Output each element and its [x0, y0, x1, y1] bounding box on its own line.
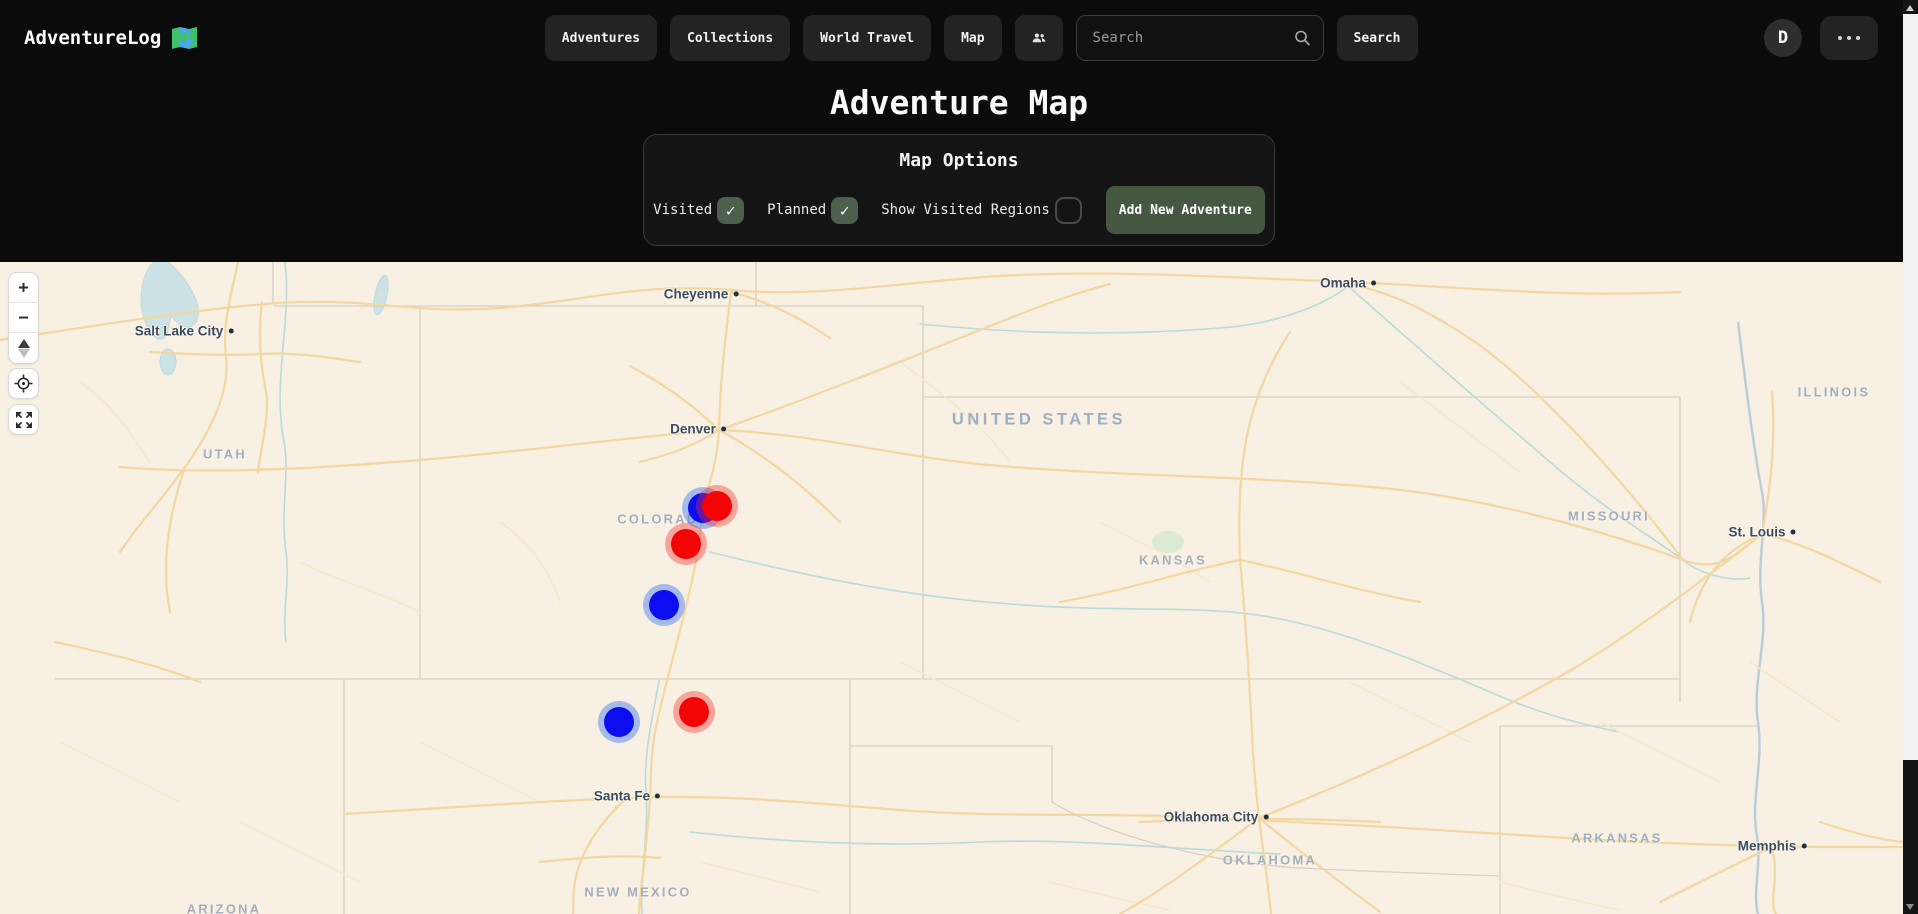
state-label-arizona: ARIZONA	[187, 902, 262, 914]
city-name: St. Louis	[1729, 525, 1786, 540]
nav-links: Adventures Collections World Travel Map Sea…	[545, 15, 1418, 61]
state-label-missouri: MISSOURI	[1568, 509, 1650, 524]
city-label-memphis: Memphis	[1738, 839, 1807, 854]
city-name: Cheyenne	[664, 287, 729, 302]
city-label-santa-fe: Santa Fe	[594, 789, 660, 804]
adventure-marker-red-4[interactable]	[679, 697, 709, 727]
city-label-cheyenne: Cheyenne	[664, 287, 739, 302]
zoom-in-icon[interactable]: +	[9, 273, 38, 303]
state-label-arkansas: ARKANSAS	[1571, 831, 1662, 846]
map-canvas[interactable]: Salt Lake City Cheyenne Denver Omaha St. Lou…	[0, 262, 1903, 914]
map-options-toggles: Visited ✓ Planned ✓ Show Visited Regions Add …	[644, 186, 1274, 234]
park-patch	[1152, 531, 1184, 553]
state-label-kansas: KANSAS	[1139, 553, 1207, 568]
toggle-label-show-visited-regions: Show Visited Regions	[881, 202, 1050, 218]
city-label-st-louis: St. Louis	[1729, 525, 1796, 540]
compass-icon[interactable]	[9, 333, 38, 363]
city-name: Omaha	[1320, 276, 1366, 291]
city-dot	[721, 427, 726, 432]
map-basemap	[0, 262, 1903, 914]
ellipsis-icon[interactable]	[1820, 16, 1878, 60]
city-label-salt-lake-city: Salt Lake City	[135, 324, 234, 339]
toggle-label-visited: Visited	[653, 202, 712, 218]
nav-item-map[interactable]: Map	[944, 15, 1001, 61]
state-label-new-mexico: NEW MEXICO	[584, 885, 691, 900]
scroll-down-icon[interactable]	[1906, 904, 1914, 910]
page-scrollbar	[1903, 0, 1918, 914]
city-name: Salt Lake City	[135, 324, 224, 339]
city-dot	[655, 794, 660, 799]
map-zoom-controls: + −	[8, 272, 39, 364]
city-label-denver: Denver	[670, 422, 726, 437]
major-roads	[0, 262, 1903, 914]
city-dot	[1263, 815, 1268, 820]
state-label-utah: UTAH	[203, 447, 247, 462]
checkbox-planned[interactable]: ✓	[831, 197, 858, 224]
state-label-oklahoma: OKLAHOMA	[1223, 853, 1317, 868]
city-dot	[1801, 844, 1806, 849]
toggle-show-visited-regions: Show Visited Regions	[881, 197, 1082, 224]
avatar-initial: D	[1778, 28, 1788, 48]
search-input[interactable]	[1076, 15, 1324, 61]
checkbox-visited[interactable]: ✓	[717, 197, 744, 224]
magnifier-icon	[1294, 30, 1311, 47]
city-name: Oklahoma City	[1164, 810, 1259, 825]
checkbox-show-visited-regions[interactable]	[1055, 197, 1082, 224]
search-button[interactable]: Search	[1337, 15, 1418, 61]
page-title: Adventure Map	[0, 80, 1918, 126]
brand-logo[interactable]: AdventureLog	[24, 26, 198, 50]
adventure-marker-red-1[interactable]	[702, 491, 732, 521]
state-label-illinois: ILLINOIS	[1798, 385, 1871, 400]
zoom-out-icon[interactable]: −	[9, 303, 38, 333]
country-label-united-states: UNITED STATES	[952, 411, 1126, 430]
avatar[interactable]: D	[1764, 19, 1802, 57]
toggle-planned: Planned ✓	[767, 197, 858, 224]
adventure-marker-red-2[interactable]	[671, 529, 701, 559]
city-label-omaha: Omaha	[1320, 276, 1376, 291]
add-new-adventure-button[interactable]: Add New Adventure	[1106, 186, 1265, 234]
nav-right: D	[1764, 16, 1878, 60]
geolocate-icon[interactable]	[8, 368, 39, 399]
nav-item-adventures[interactable]: Adventures	[545, 15, 657, 61]
minor-roads	[60, 362, 1840, 910]
toggle-visited: Visited ✓	[653, 197, 744, 224]
city-name: Memphis	[1738, 839, 1797, 854]
city-name: Denver	[670, 422, 716, 437]
city-name: Santa Fe	[594, 789, 650, 804]
users-icon[interactable]	[1015, 15, 1063, 61]
city-label-oklahoma-city: Oklahoma City	[1164, 810, 1269, 825]
adventure-marker-blue-5[interactable]	[604, 707, 634, 737]
city-dot	[1791, 530, 1796, 535]
toggle-label-planned: Planned	[767, 202, 826, 218]
map-options-card: Map Options Visited ✓ Planned ✓ Show Visited…	[643, 134, 1275, 246]
mississippi-river	[1738, 322, 1764, 914]
folded-map-icon	[171, 26, 198, 50]
city-dot	[228, 329, 233, 334]
scroll-up-icon[interactable]	[1906, 5, 1914, 11]
rivers	[280, 262, 1750, 914]
nav-item-collections[interactable]: Collections	[670, 15, 790, 61]
city-dot	[733, 292, 738, 297]
map-options-title: Map Options	[644, 150, 1274, 171]
nav-item-world-travel[interactable]: World Travel	[803, 15, 931, 61]
brand-name: AdventureLog	[24, 27, 161, 49]
adventure-marker-blue-3[interactable]	[649, 590, 679, 620]
city-dot	[1371, 281, 1376, 286]
navbar: AdventureLog Adventures Collections World …	[0, 0, 1918, 76]
search-wrap	[1076, 15, 1324, 61]
fullscreen-icon[interactable]	[8, 404, 39, 435]
scrollbar-thumb[interactable]	[1903, 14, 1918, 760]
